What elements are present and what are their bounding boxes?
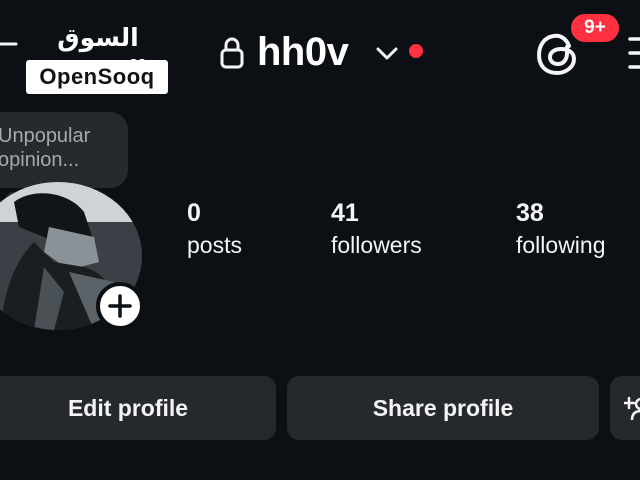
following-count: 38 bbox=[516, 199, 544, 227]
following-label: following bbox=[516, 232, 606, 258]
menu-icon[interactable] bbox=[628, 33, 640, 73]
note-text: Unpopular opinion... bbox=[0, 125, 91, 171]
posts-stat[interactable]: 0 posts bbox=[187, 196, 242, 260]
lock-icon bbox=[220, 37, 244, 69]
posts-label: posts bbox=[187, 232, 242, 258]
followers-count: 41 bbox=[331, 199, 359, 227]
status-dot bbox=[409, 44, 423, 58]
edit-profile-button[interactable]: Edit profile bbox=[0, 376, 276, 440]
chevron-down-icon[interactable] bbox=[374, 40, 400, 66]
followers-stat[interactable]: 41 followers bbox=[331, 196, 422, 260]
note-bubble[interactable]: Unpopular opinion... bbox=[0, 112, 128, 188]
plus-icon bbox=[108, 294, 132, 318]
add-story-button[interactable] bbox=[96, 282, 144, 330]
watermark-latin-text: OpenSooq bbox=[26, 60, 168, 94]
notification-badge[interactable]: 9+ bbox=[568, 11, 622, 45]
following-stat[interactable]: 38 following bbox=[516, 196, 606, 260]
back-arrow-icon[interactable] bbox=[0, 30, 22, 58]
opensooq-watermark: السوق المفتوح OpenSooq bbox=[24, 22, 172, 96]
profile-username[interactable]: hh0v bbox=[257, 24, 349, 80]
add-person-button[interactable] bbox=[610, 376, 640, 440]
posts-count: 0 bbox=[187, 199, 201, 227]
add-person-icon bbox=[624, 396, 640, 420]
share-profile-button[interactable]: Share profile bbox=[287, 376, 599, 440]
followers-label: followers bbox=[331, 232, 422, 258]
